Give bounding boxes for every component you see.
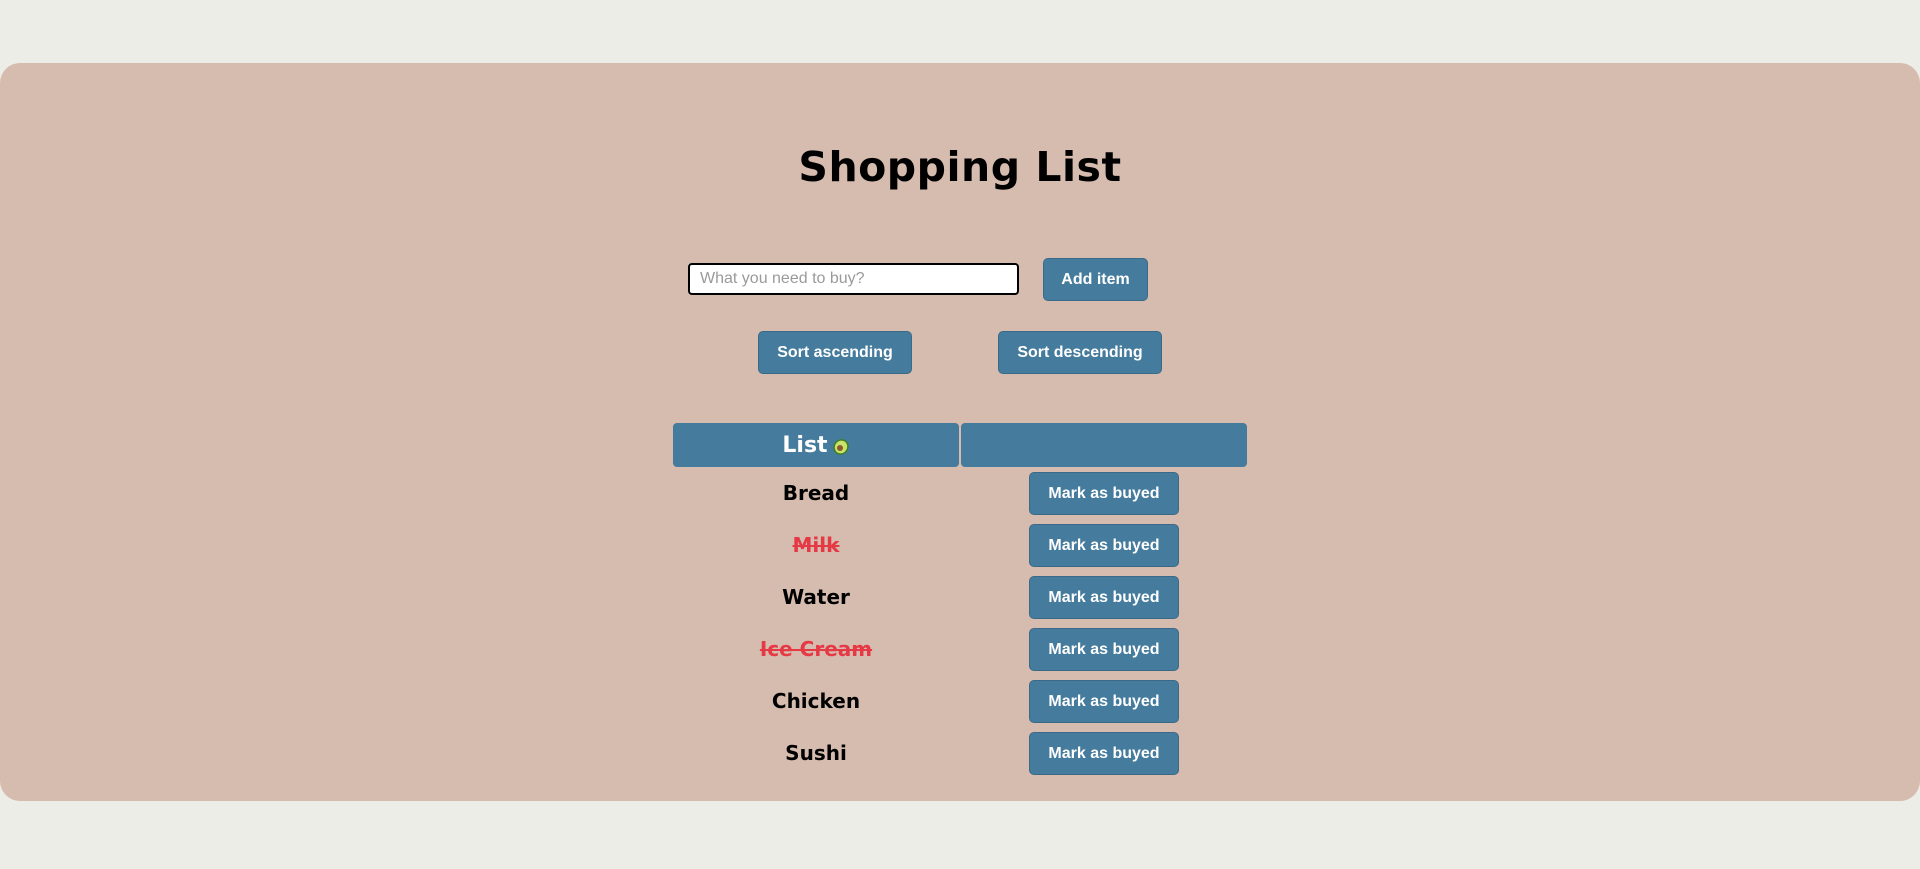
sort-ascending-button[interactable]: Sort ascending xyxy=(758,331,912,374)
mark-as-bought-button[interactable]: Mark as buyed xyxy=(1029,628,1179,671)
avocado-icon xyxy=(832,436,850,456)
mark-as-bought-button[interactable]: Mark as buyed xyxy=(1029,524,1179,567)
list-item-name: Sushi xyxy=(785,741,847,765)
add-item-button[interactable]: Add item xyxy=(1043,258,1148,301)
list-item-name: Milk xyxy=(792,533,840,557)
mark-as-bought-button[interactable]: Mark as buyed xyxy=(1029,472,1179,515)
list-item-name: Ice Cream xyxy=(759,637,873,661)
shopping-list-card: Shopping List Add item Sort ascending So… xyxy=(0,63,1920,801)
sort-descending-button[interactable]: Sort descending xyxy=(998,331,1162,374)
page-title: Shopping List xyxy=(798,143,1122,191)
mark-as-bought-button[interactable]: Mark as buyed xyxy=(1029,680,1179,723)
table-header-actions xyxy=(961,423,1247,467)
list-item-name: Bread xyxy=(782,481,850,505)
mark-as-bought-button[interactable]: Mark as buyed xyxy=(1029,576,1179,619)
table-header-list: List xyxy=(673,423,959,467)
list-item-name: Water xyxy=(782,585,850,609)
list-item-name: Chicken xyxy=(771,689,861,713)
mark-as-bought-button[interactable]: Mark as buyed xyxy=(1029,732,1179,775)
table-header-label: List xyxy=(782,432,828,458)
item-input[interactable] xyxy=(688,263,1019,295)
